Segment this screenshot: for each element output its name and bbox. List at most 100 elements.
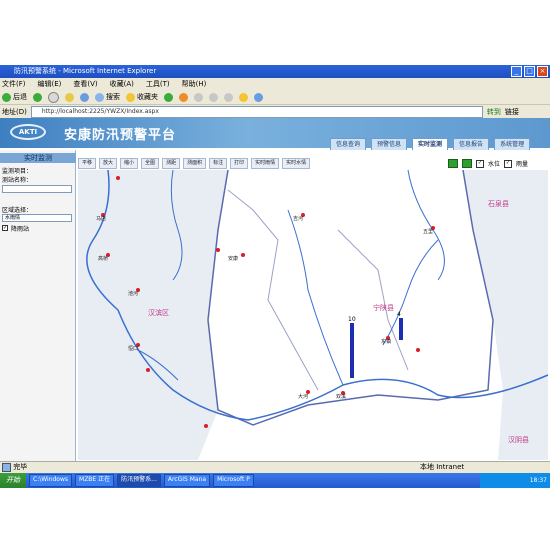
- start-button[interactable]: 开始: [0, 473, 26, 488]
- task-item-mzbe[interactable]: MZBE 正在: [75, 474, 115, 487]
- region-select[interactable]: 水雨情: [2, 214, 72, 222]
- station-marker[interactable]: [116, 176, 120, 180]
- go-button[interactable]: 转到: [487, 107, 501, 117]
- history-icon[interactable]: [179, 92, 188, 102]
- station-marker[interactable]: [416, 348, 420, 352]
- tab-report[interactable]: 信息报告: [453, 138, 490, 150]
- stop-icon[interactable]: [48, 91, 59, 103]
- rainfall-label: 雨量: [516, 161, 529, 168]
- tributary-4: [382, 239, 439, 346]
- address-bar: 地址(D) http://localhost:2225/YWZX/Index.a…: [0, 105, 550, 118]
- tab-system[interactable]: 系统管理: [494, 138, 531, 150]
- station-label-4: 安康: [228, 255, 238, 262]
- page-done-icon: [2, 462, 11, 472]
- menu-edit[interactable]: 编辑(E): [38, 78, 62, 90]
- station-marker[interactable]: [241, 253, 245, 257]
- rainfall-bar[interactable]: [350, 323, 354, 378]
- back-label: 后退: [13, 93, 27, 101]
- close-button[interactable]: ×: [537, 66, 548, 77]
- refresh-icon[interactable]: [65, 92, 74, 102]
- media-icon[interactable]: [164, 92, 173, 102]
- task-item-powerpoint[interactable]: Microsoft P: [213, 474, 254, 487]
- menu-tools[interactable]: 工具(T): [146, 78, 170, 90]
- links-label[interactable]: 链接: [505, 107, 519, 117]
- station-label-5: 吉河: [293, 215, 303, 222]
- tributary-3: [407, 169, 445, 281]
- folder-icon[interactable]: [239, 92, 248, 102]
- step-back-icon[interactable]: [448, 159, 458, 168]
- minimize-button[interactable]: _: [511, 66, 522, 77]
- full-extent-button[interactable]: 全图: [141, 158, 160, 169]
- rainfall-checkbox[interactable]: ✓: [504, 159, 513, 168]
- main-tabs: 信息查询 预警信息 实时监测 信息报告 系统管理: [330, 138, 531, 150]
- tab-query[interactable]: 信息查询: [330, 138, 367, 150]
- tributary-2: [287, 209, 344, 386]
- step-forward-icon[interactable]: [462, 159, 472, 168]
- tab-warning[interactable]: 预警信息: [371, 138, 408, 150]
- edit-icon[interactable]: [224, 92, 233, 102]
- station-marker[interactable]: [204, 424, 208, 428]
- outside-region-east: [463, 170, 548, 460]
- label-button[interactable]: 标注: [209, 158, 228, 169]
- zoom-in-button[interactable]: 放大: [99, 158, 118, 169]
- rain-station-label: 降雨站: [11, 226, 30, 233]
- pan-button[interactable]: 平移: [78, 158, 97, 169]
- map-svg: 汉滨区 宁陕县 石泉县 汉阴县 马店 高桥 池河 安康 吉河 五里 恒口 东镇 …: [78, 169, 549, 460]
- station-label-7: 恒口: [128, 345, 138, 352]
- print-icon[interactable]: [209, 92, 218, 102]
- menu-help[interactable]: 帮助(H): [182, 78, 207, 90]
- region-label: 区域选择：: [2, 207, 33, 214]
- station-label-1: 马店: [96, 215, 106, 222]
- station-label-8: 东镇: [381, 338, 391, 345]
- back-arrow-icon: [2, 92, 11, 102]
- station-marker[interactable]: [146, 368, 150, 372]
- water-level-label: 水位: [488, 161, 501, 168]
- search-button[interactable]: 搜索: [95, 92, 120, 102]
- browser-toolbar: 后退 搜索 收藏夹: [0, 90, 550, 105]
- station-name-input[interactable]: [2, 185, 72, 193]
- monitor-item-label: 监测项目：: [2, 168, 33, 175]
- address-input[interactable]: http://localhost:2225/YWZX/Index.aspx: [30, 105, 483, 118]
- rain-station-checkbox[interactable]: ✓: [2, 225, 8, 231]
- star-icon: [126, 92, 135, 102]
- region-label-3: 石泉县: [488, 199, 509, 208]
- favorites-button[interactable]: 收藏夹: [126, 92, 158, 102]
- mail-icon[interactable]: [194, 92, 203, 102]
- search-icon: [95, 92, 104, 102]
- system-tray: 18:37: [480, 473, 550, 488]
- maximize-button[interactable]: □: [524, 66, 535, 77]
- measure-distance-button[interactable]: 测距: [162, 158, 181, 169]
- favorites-label: 收藏夹: [137, 93, 158, 101]
- map-toolbar: 平移 放大 缩小 全图 测距 测面积 标注 打印 实时雨情 实时水情: [78, 158, 470, 169]
- task-item-arcgis[interactable]: ArcGIS Mana: [163, 474, 211, 487]
- water-level-checkbox[interactable]: ✓: [476, 159, 484, 168]
- back-button[interactable]: 后退: [2, 92, 27, 102]
- home-icon[interactable]: [80, 92, 89, 102]
- menu-file[interactable]: 文件(F): [2, 78, 26, 90]
- map-layer-controls: ✓ 水位 ✓ 雨量: [448, 159, 528, 168]
- menu-view[interactable]: 查看(V): [73, 78, 97, 90]
- panel-header: 实时监测: [0, 153, 76, 163]
- rainfall-bar[interactable]: [399, 318, 403, 340]
- forward-arrow-icon[interactable]: [33, 92, 42, 102]
- site-logo: AKTI: [10, 124, 46, 140]
- station-label-6: 五里: [423, 229, 433, 235]
- zoom-out-button[interactable]: 缩小: [120, 158, 139, 169]
- realtime-water-button[interactable]: 实时水情: [282, 158, 311, 169]
- site-title: 安康防汛预警平台: [64, 128, 177, 143]
- task-item-explorer[interactable]: C:\Windows: [29, 474, 73, 487]
- realtime-rain-button[interactable]: 实时雨情: [251, 158, 280, 169]
- task-item-ie[interactable]: 防汛预警系...: [117, 474, 161, 487]
- search-label: 搜索: [106, 93, 120, 101]
- map-canvas[interactable]: 汉滨区 宁陕县 石泉县 汉阴县 马店 高桥 池河 安康 吉河 五里 恒口 东镇 …: [78, 169, 549, 460]
- station-marker[interactable]: [216, 248, 220, 252]
- measure-area-button[interactable]: 测面积: [183, 158, 207, 169]
- messenger-icon[interactable]: [254, 92, 263, 102]
- menu-favorites[interactable]: 收藏(A): [110, 78, 134, 90]
- clock: 18:37: [529, 477, 547, 484]
- station-name-label: 测站名称：: [2, 177, 33, 184]
- tab-realtime[interactable]: 实时监测: [412, 138, 449, 150]
- region-label-1: 汉滨区: [148, 308, 169, 317]
- print-button[interactable]: 打印: [230, 158, 249, 169]
- left-panel: [0, 150, 76, 461]
